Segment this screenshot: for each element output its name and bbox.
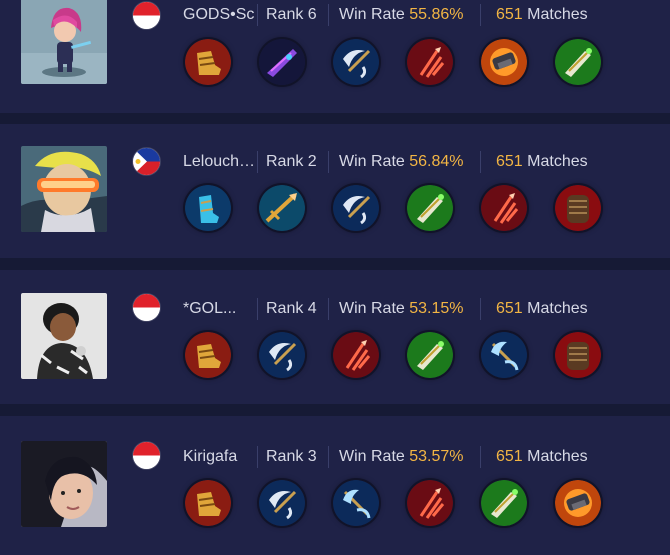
matches: 651 Matches <box>496 6 588 24</box>
divider <box>257 298 258 320</box>
item-build <box>185 185 605 233</box>
purple-blade-item-icon[interactable] <box>259 39 305 85</box>
matches-count: 651 <box>496 300 523 317</box>
divider <box>480 446 481 468</box>
matches: 651 Matches <box>496 448 588 466</box>
player-name[interactable]: GODS•Sc <box>183 6 256 24</box>
crescent-axe-item-icon[interactable] <box>259 480 305 526</box>
player-card[interactable]: Lelouch.M Rank 2 Win Rate 56.84% 651 Mat… <box>0 124 670 258</box>
rank-label: Rank 4 <box>266 300 317 317</box>
win-rate-value: 55.86% <box>409 6 464 23</box>
win-rate: Win Rate 53.57% <box>339 448 464 466</box>
rank-label: Rank 6 <box>266 6 317 23</box>
item-build <box>185 39 605 87</box>
player-card[interactable]: *GOL... Rank 4 Win Rate 53.15% 651 Match… <box>0 270 670 404</box>
matches: 651 Matches <box>496 300 588 318</box>
divider <box>328 4 329 26</box>
divider <box>257 151 258 173</box>
win-rate-label: Win Rate <box>339 153 405 170</box>
matches-count: 651 <box>496 448 523 465</box>
rank-label: Rank 2 <box>266 153 317 170</box>
win-rate-value: 53.15% <box>409 300 464 317</box>
divider <box>480 298 481 320</box>
crimson-trident-item-icon[interactable] <box>407 480 453 526</box>
frost-axe-item-icon[interactable] <box>333 480 379 526</box>
green-blade-item-icon[interactable] <box>481 480 527 526</box>
crimson-trident-item-icon[interactable] <box>481 185 527 231</box>
win-rate: Win Rate 53.15% <box>339 300 464 318</box>
win-rate-label: Win Rate <box>339 6 405 23</box>
matches-label: Matches <box>527 448 588 465</box>
divider <box>257 446 258 468</box>
item-build <box>185 332 605 380</box>
green-blade-item-icon[interactable] <box>555 39 601 85</box>
win-rate: Win Rate 56.84% <box>339 153 464 171</box>
matches-label: Matches <box>527 300 588 317</box>
green-blade-item-icon[interactable] <box>407 185 453 231</box>
rank-label: Rank 3 <box>266 448 317 465</box>
avatar[interactable] <box>21 146 107 232</box>
armor-item-icon[interactable] <box>555 185 601 231</box>
divider <box>328 298 329 320</box>
win-rate-value: 56.84% <box>409 153 464 170</box>
cyan-boots-item-icon[interactable] <box>185 185 231 231</box>
frost-axe-item-icon[interactable] <box>481 332 527 378</box>
win-rate-label: Win Rate <box>339 448 405 465</box>
matches: 651 Matches <box>496 153 588 171</box>
divider <box>480 4 481 26</box>
player-name[interactable]: *GOL... <box>183 300 256 318</box>
player-card[interactable]: Kirigafa Rank 3 Win Rate 53.57% 651 Matc… <box>0 416 670 555</box>
green-blade-item-icon[interactable] <box>407 332 453 378</box>
crescent-axe-item-icon[interactable] <box>333 39 379 85</box>
win-rate-value: 53.57% <box>409 448 464 465</box>
golden-spear-item-icon[interactable] <box>259 185 305 231</box>
boots-item-icon[interactable] <box>185 480 231 526</box>
win-rate: Win Rate 55.86% <box>339 6 464 24</box>
matches-label: Matches <box>527 6 588 23</box>
indonesia-flag <box>133 294 160 321</box>
player-list: GODS•Sc Rank 6 Win Rate 55.86% 651 Match… <box>0 0 670 555</box>
crimson-trident-item-icon[interactable] <box>407 39 453 85</box>
avatar[interactable] <box>21 293 107 379</box>
player-name[interactable]: Lelouch.M <box>183 153 256 171</box>
boots-item-icon[interactable] <box>185 332 231 378</box>
crescent-axe-item-icon[interactable] <box>333 185 379 231</box>
divider <box>480 151 481 173</box>
divider <box>328 151 329 173</box>
matches-count: 651 <box>496 6 523 23</box>
boots-item-icon[interactable] <box>185 39 231 85</box>
fire-gauntlet-item-icon[interactable] <box>481 39 527 85</box>
indonesia-flag <box>133 442 160 469</box>
matches-count: 651 <box>496 153 523 170</box>
matches-label: Matches <box>527 153 588 170</box>
crimson-trident-item-icon[interactable] <box>333 332 379 378</box>
avatar[interactable] <box>21 0 107 84</box>
indonesia-flag <box>133 2 160 29</box>
philippines-flag <box>133 148 160 175</box>
item-build <box>185 480 605 528</box>
armor-item-icon[interactable] <box>555 332 601 378</box>
player-name[interactable]: Kirigafa <box>183 448 256 466</box>
crescent-axe-item-icon[interactable] <box>259 332 305 378</box>
fire-gauntlet-item-icon[interactable] <box>555 480 601 526</box>
divider <box>328 446 329 468</box>
win-rate-label: Win Rate <box>339 300 405 317</box>
player-card[interactable]: GODS•Sc Rank 6 Win Rate 55.86% 651 Match… <box>0 0 670 113</box>
avatar[interactable] <box>21 441 107 527</box>
divider <box>257 4 258 26</box>
